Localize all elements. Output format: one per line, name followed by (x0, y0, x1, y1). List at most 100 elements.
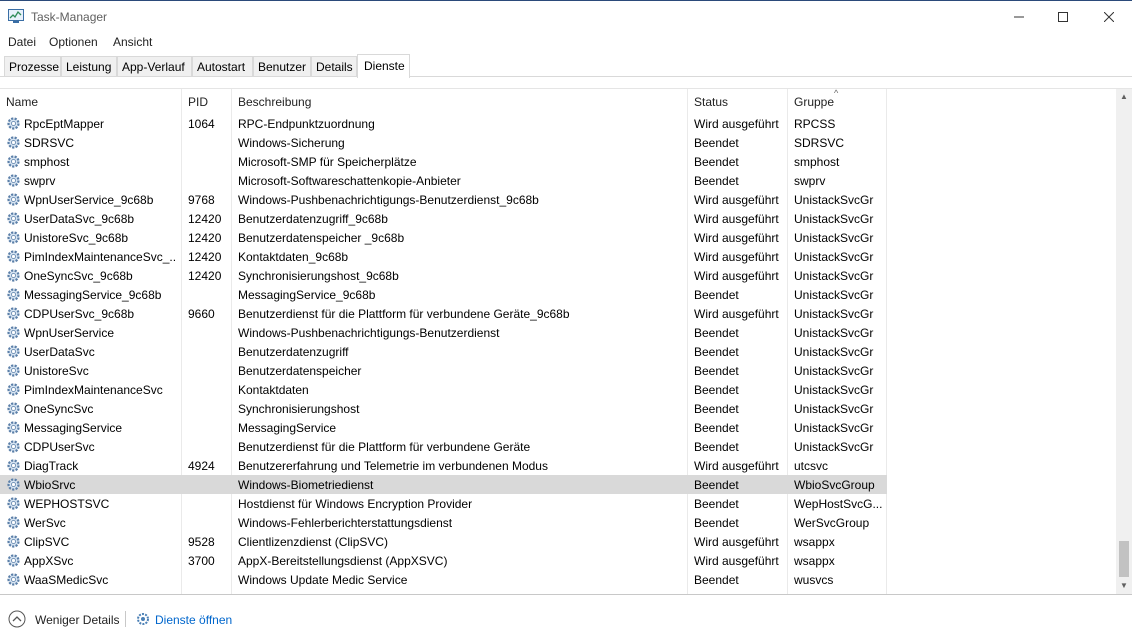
column-header-name[interactable]: Name (0, 89, 182, 113)
cell-pid: 12420 (188, 269, 222, 283)
minimize-icon (1014, 16, 1024, 18)
menu-datei[interactable]: Datei (8, 35, 36, 49)
cell-pid: 1064 (188, 117, 215, 131)
scrollbar-thumb[interactable] (1119, 541, 1129, 577)
tab-dienste[interactable]: Dienste (357, 54, 410, 78)
tab-prozesse[interactable]: Prozesse (4, 56, 61, 77)
menu-ansicht[interactable]: Ansicht (113, 35, 152, 49)
table-row[interactable]: WbioSrvc Windows-Biometriedienst Beendet… (0, 475, 887, 494)
table-row[interactable]: MessagingService MessagingService Beende… (0, 418, 887, 437)
tab-app-verlauf[interactable]: App-Verlauf (117, 56, 192, 77)
cell-group: UnistackSvcGr (794, 326, 874, 340)
table-row[interactable]: UserDataSvc Benutzerdatenzugriff Beendet… (0, 342, 887, 361)
cell-description: Clientlizenzdienst (ClipSVC) (238, 535, 389, 549)
services-gear-icon[interactable] (135, 611, 151, 627)
table-row[interactable]: RpcEptMapper 1064 RPC-Endpunktzuordnung … (0, 114, 887, 133)
cell-pid: 12420 (188, 231, 222, 245)
cell-status: Beendet (694, 573, 739, 587)
table-row[interactable]: WerSvc Windows-Fehlerberichterstattungsd… (0, 513, 887, 532)
cell-name: WEPHOSTSVC (24, 497, 110, 511)
scroll-up-icon[interactable]: ▲ (1116, 89, 1132, 105)
table-row[interactable]: PimIndexMaintenanceSvc Kontaktdaten Been… (0, 380, 887, 399)
table-row[interactable]: WpnUserService Windows-Pushbenachrichtig… (0, 323, 887, 342)
cell-group: WbioSvcGroup (794, 478, 875, 492)
cell-name: OneSyncSvc_9c68b (24, 269, 133, 283)
cell-name: AppXSvc (24, 554, 74, 568)
column-header-pid[interactable]: PID (182, 89, 232, 113)
table-row[interactable]: MessagingService_9c68b MessagingService_… (0, 285, 887, 304)
table-row[interactable]: smphost Microsoft-SMP für Speicherplätze… (0, 152, 887, 171)
cell-description: Windows-Sicherung (238, 136, 345, 150)
window-title: Task-Manager (31, 10, 108, 24)
table-row[interactable]: AppXSvc 3700 AppX-Bereitstellungsdienst … (0, 551, 887, 570)
cell-description: Hostdienst für Windows Encryption Provid… (238, 497, 473, 511)
cell-pid: 9768 (188, 193, 215, 207)
tab-autostart[interactable]: Autostart (192, 56, 253, 77)
cell-group: UnistackSvcGr (794, 307, 874, 321)
close-button[interactable] (1086, 2, 1132, 32)
cell-pid: 9528 (188, 535, 215, 549)
cell-pid: 12420 (188, 250, 222, 264)
service-gear-icon (7, 440, 20, 453)
service-gear-icon (7, 269, 20, 282)
cell-group: UnistackSvcGr (794, 421, 874, 435)
table-row[interactable]: UnistoreSvc Benutzerdatenspeicher Beende… (0, 361, 887, 380)
cell-status: Wird ausgeführt (694, 117, 779, 131)
table-row[interactable]: CDPUserSvc Benutzerdienst für die Plattf… (0, 437, 887, 456)
table-row[interactable]: WpnUserService_9c68b 9768 Windows-Pushbe… (0, 190, 887, 209)
fewer-details-button[interactable]: Weniger Details (35, 613, 119, 627)
cell-status: Beendet (694, 421, 739, 435)
cell-name: UnistoreSvc_9c68b (24, 231, 129, 245)
cell-group: WerSvcGroup (794, 516, 870, 530)
service-gear-icon (7, 326, 20, 339)
cell-description: Benutzerdatenspeicher (238, 364, 362, 378)
column-header-description[interactable]: Beschreibung (232, 89, 688, 113)
cell-description: Windows-Biometriedienst (238, 478, 374, 492)
tab-benutzer[interactable]: Benutzer (253, 56, 311, 77)
cell-group: UnistackSvcGr (794, 440, 874, 454)
cell-status: Wird ausgeführt (694, 250, 779, 264)
title-bar[interactable]: Task-Manager (0, 1, 1132, 31)
table-row[interactable]: CDPUserSvc_9c68b 9660 Benutzerdienst für… (0, 304, 887, 323)
cell-description: Benutzerdatenzugriff (238, 345, 349, 359)
menu-optionen[interactable]: Optionen (49, 35, 98, 49)
minimize-button[interactable] (996, 2, 1042, 32)
table-row[interactable]: WEPHOSTSVC Hostdienst für Windows Encryp… (0, 494, 887, 513)
cell-status: Beendet (694, 478, 739, 492)
table-row[interactable]: WaaSMedicSvc Windows Update Medic Servic… (0, 570, 887, 589)
tab-details[interactable]: Details (311, 56, 357, 77)
service-gear-icon (7, 193, 20, 206)
vertical-scrollbar[interactable]: ▲ ▼ (1116, 89, 1132, 594)
tab-leistung[interactable]: Leistung (61, 56, 117, 77)
cell-group: smphost (794, 155, 840, 169)
service-gear-icon (7, 288, 20, 301)
open-services-link[interactable]: Dienste öffnen (155, 613, 232, 627)
service-gear-icon (7, 345, 20, 358)
service-gear-icon (7, 212, 20, 225)
cell-description: Kontaktdaten (238, 383, 309, 397)
table-row[interactable]: OneSyncSvc_9c68b 12420 Synchronisierungs… (0, 266, 887, 285)
cell-status: Beendet (694, 136, 739, 150)
table-row[interactable]: UnistoreSvc_9c68b 12420 Benutzerdatenspe… (0, 228, 887, 247)
service-gear-icon (7, 573, 20, 586)
table-row[interactable]: SDRSVC Windows-Sicherung Beendet SDRSVC (0, 133, 887, 152)
table-row[interactable]: PimIndexMaintenanceSvc_... 12420 Kontakt… (0, 247, 887, 266)
column-header-status[interactable]: Status (688, 89, 788, 113)
cell-group: UnistackSvcGr (794, 402, 874, 416)
scroll-down-icon[interactable]: ▼ (1116, 578, 1132, 594)
service-gear-icon (7, 174, 20, 187)
footer-bar: Weniger Details Dienste öffnen (0, 594, 1132, 644)
service-gear-icon (7, 136, 20, 149)
cell-name: WpnUserService_9c68b (24, 193, 154, 207)
cell-group: UnistackSvcGr (794, 288, 874, 302)
maximize-button[interactable] (1040, 2, 1086, 32)
cell-name: WaaSMedicSvc (24, 573, 109, 587)
table-row[interactable]: OneSyncSvc Synchronisierungshost Beendet… (0, 399, 887, 418)
table-row[interactable]: swprv Microsoft-Softwareschattenkopie-An… (0, 171, 887, 190)
cell-group: SDRSVC (794, 136, 845, 150)
table-row[interactable]: DiagTrack 4924 Benutzererfahrung und Tel… (0, 456, 887, 475)
chevron-up-circle-icon[interactable] (8, 610, 26, 628)
cell-name: MessagingService (24, 421, 123, 435)
table-row[interactable]: UserDataSvc_9c68b 12420 Benutzerdatenzug… (0, 209, 887, 228)
table-row[interactable]: ClipSVC 9528 Clientlizenzdienst (ClipSVC… (0, 532, 887, 551)
